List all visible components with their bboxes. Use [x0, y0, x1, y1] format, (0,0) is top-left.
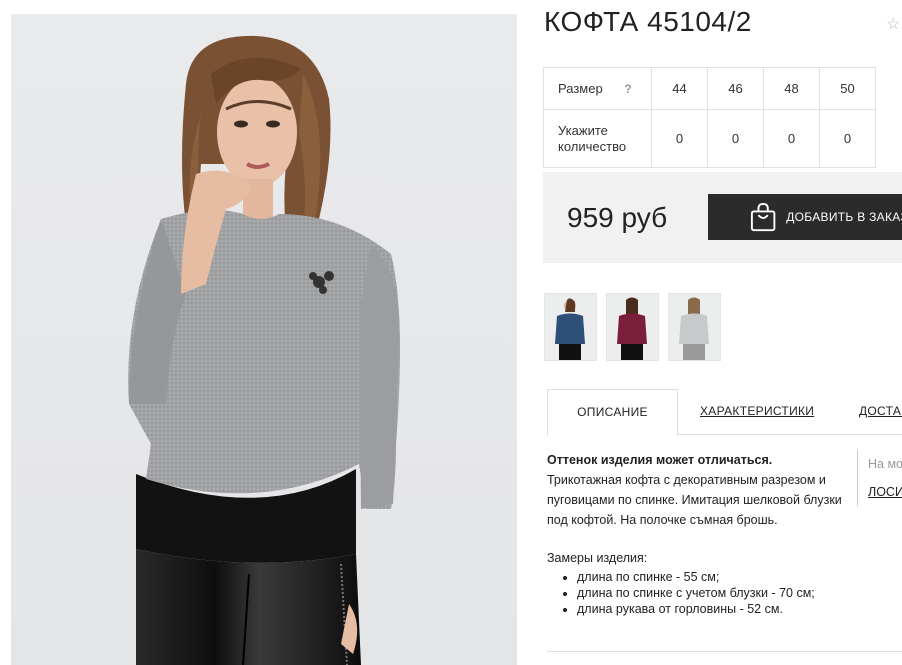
product-main-image[interactable] [11, 14, 517, 665]
tab-characteristics[interactable]: ХАРАКТЕРИСТИКИ [700, 389, 814, 434]
quantity-input-44[interactable]: 0 [651, 109, 708, 168]
list-item: длина рукава от горловины - 52 см. [577, 601, 815, 617]
measurements-list: длина по спинке - 55 см; длина по спинке… [547, 569, 815, 617]
measurements: Замеры изделия: длина по спинке - 55 см;… [547, 551, 815, 617]
model-illustration [128, 35, 400, 665]
description-text: Трикотажная кофта с декоративным разрезо… [547, 473, 842, 527]
quantity-label: Укажите количество [543, 109, 652, 168]
price: 959 руб [567, 202, 668, 233]
size-48: 48 [763, 67, 820, 110]
product-title: КОФТА 45104/2 [544, 6, 752, 37]
size-table: Размер ? 44 46 48 50 Укажите количество … [543, 67, 876, 168]
shopping-bag-icon [750, 202, 776, 232]
quantity-input-46[interactable]: 0 [707, 109, 764, 168]
thumbnail-navy-image [555, 298, 585, 360]
tab-delivery[interactable]: ДОСТАВКА [859, 389, 902, 434]
thumbnail-grey[interactable] [668, 293, 721, 361]
star-outline-icon[interactable]: ☆ [886, 14, 900, 34]
help-icon[interactable]: ? [624, 82, 631, 96]
bottom-divider [547, 651, 902, 652]
description-note: Оттенок изделия может отличаться. [547, 453, 773, 467]
add-to-cart-label: ДОБАВИТЬ В ЗАКАЗ [786, 210, 902, 224]
thumbnail-burgundy[interactable] [606, 293, 659, 361]
list-item: длина по спинке - 55 см; [577, 569, 815, 585]
size-50: 50 [819, 67, 876, 110]
tab-description[interactable]: ОПИСАНИЕ [547, 389, 678, 436]
size-label: Размер [558, 81, 603, 96]
description: Оттенок изделия может отличаться. Трикот… [547, 450, 847, 530]
size-44: 44 [651, 67, 708, 110]
quantity-input-50[interactable]: 0 [819, 109, 876, 168]
quantity-row: Укажите количество 0 0 0 0 [543, 109, 876, 168]
measurements-heading: Замеры изделия: [547, 551, 648, 565]
thumbnail-burgundy-image [617, 297, 647, 360]
side-note-text: На мо [868, 457, 902, 471]
side-note-link[interactable]: ЛОСИ [868, 478, 902, 506]
side-note: На мо ЛОСИ [857, 450, 902, 506]
size-label-cell: Размер ? [543, 67, 652, 110]
quantity-input-48[interactable]: 0 [763, 109, 820, 168]
list-item: длина по спинке с учетом блузки - 70 см; [577, 585, 815, 601]
thumbnail-navy[interactable] [544, 293, 597, 361]
size-46: 46 [707, 67, 764, 110]
size-row: Размер ? 44 46 48 50 [543, 67, 876, 110]
product-tabs: ОПИСАНИЕ ХАРАКТЕРИСТИКИ ДОСТАВКА [547, 389, 902, 436]
price-box: 959 руб ДОБАВИТЬ В ЗАКАЗ [543, 172, 902, 263]
thumbnail-grey-image [679, 297, 709, 360]
add-to-cart-button[interactable]: ДОБАВИТЬ В ЗАКАЗ [708, 194, 902, 240]
